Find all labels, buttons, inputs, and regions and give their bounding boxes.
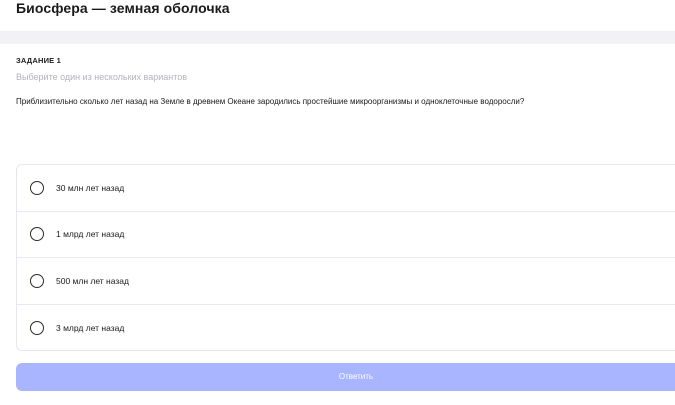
answer-option-4[interactable]: 3 млрд лет назад [17, 305, 675, 352]
page-title: Биосфера — земная оболочка [16, 0, 230, 16]
question-text: Приблизительно сколько лет назад на Земл… [16, 97, 525, 106]
submit-answer-button[interactable]: Ответить [16, 363, 675, 391]
answer-options-list: 30 млн лет назад 1 млрд лет назад 500 мл… [16, 164, 675, 351]
task-instruction: Выберите один из нескольких вариантов [16, 72, 188, 82]
answer-option-label: 500 млн лет назад [56, 275, 129, 286]
radio-button-icon[interactable] [30, 320, 44, 335]
answer-option-label: 3 млрд лет назад [56, 322, 125, 333]
task-number-label: ЗАДАНИЕ 1 [16, 56, 62, 65]
answer-option-label: 1 млрд лет назад [56, 229, 125, 240]
answer-option-3[interactable]: 500 млн лет назад [17, 258, 675, 305]
answer-option-1[interactable]: 30 млн лет назад [17, 165, 675, 212]
page-header: Биосфера — земная оболочка [0, 0, 675, 30]
answer-option-label: 30 млн лет назад [56, 182, 125, 193]
radio-button-icon[interactable] [30, 180, 44, 195]
radio-button-icon[interactable] [30, 227, 44, 242]
radio-button-icon[interactable] [30, 273, 44, 288]
header-divider [0, 31, 675, 44]
answer-option-2[interactable]: 1 млрд лет назад [17, 212, 675, 258]
